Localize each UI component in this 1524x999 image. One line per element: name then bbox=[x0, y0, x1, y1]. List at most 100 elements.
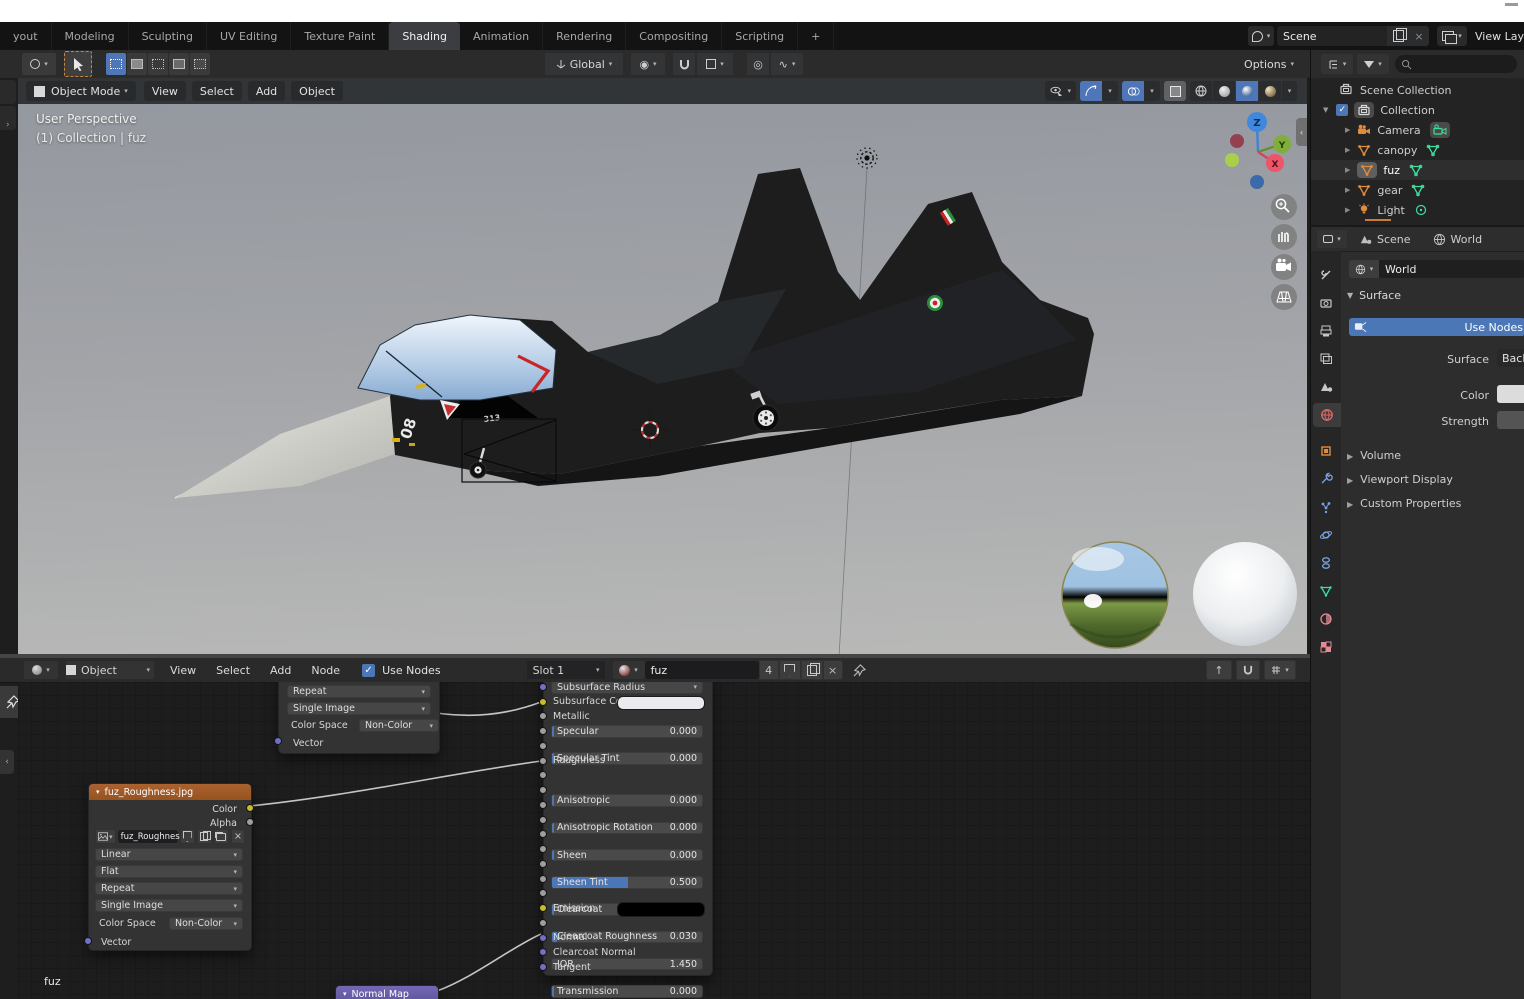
select-subtract-button[interactable] bbox=[148, 53, 168, 75]
panel-custom-properties[interactable]: ▶ Custom Properties bbox=[1347, 497, 1461, 510]
principled-specular-tint-socket[interactable] bbox=[539, 741, 547, 750]
select-extend-button[interactable] bbox=[127, 53, 147, 75]
shader-menu-node[interactable]: Node bbox=[311, 664, 340, 677]
snap-toggle-button[interactable] bbox=[673, 53, 695, 75]
outliner-row-gear[interactable]: ▶ gear bbox=[1311, 180, 1524, 200]
principled-alpha-socket[interactable] bbox=[539, 918, 547, 927]
fake-user-button[interactable] bbox=[778, 660, 801, 680]
shader-menu-view[interactable]: View bbox=[170, 664, 196, 677]
gizmo-toggle[interactable] bbox=[1080, 81, 1102, 101]
world-datablock-menu[interactable]: ▾ bbox=[1349, 260, 1379, 278]
blend-file-icon[interactable]: ▾ bbox=[1248, 26, 1275, 46]
dropdown-repeat[interactable]: Repeat ▾ bbox=[95, 882, 243, 895]
scene-name-field[interactable]: Scene bbox=[1277, 26, 1388, 46]
tab-animation[interactable]: Animation bbox=[460, 22, 544, 50]
roughness-texture-node[interactable]: ▾ fuz_Roughness.jpg Color Alpha ▾ fuz_Ro… bbox=[88, 783, 252, 951]
select-intersect-button[interactable] bbox=[190, 53, 210, 75]
dropdown-single-image[interactable]: Single Image ▾ bbox=[287, 702, 431, 715]
collapse-icon[interactable]: ▾ bbox=[96, 788, 100, 796]
use-nodes-button[interactable]: Use Nodes bbox=[1349, 318, 1524, 336]
shader-menu-select[interactable]: Select bbox=[216, 664, 250, 677]
outliner-display-mode-dropdown[interactable]: ▾ bbox=[1321, 54, 1353, 74]
new-material-button[interactable] bbox=[800, 660, 823, 680]
sidebar-collapse-tab[interactable]: ‹ bbox=[0, 750, 14, 774]
tab-yout[interactable]: yout bbox=[0, 22, 52, 50]
principled-emission-swatch[interactable] bbox=[617, 902, 705, 917]
unlink-material-button[interactable]: × bbox=[822, 660, 843, 680]
outliner-row-canopy[interactable]: ▶ canopy bbox=[1311, 140, 1524, 160]
tab-sculpting[interactable]: Sculpting bbox=[129, 22, 207, 50]
normal-map-node[interactable]: ▾ Normal Map bbox=[335, 985, 439, 999]
material-name-field[interactable]: fuz bbox=[644, 661, 759, 679]
principled-specular[interactable]: Specular 0.000 bbox=[551, 725, 703, 738]
principled-anisotropic[interactable]: Anisotropic 0.000 bbox=[551, 794, 703, 807]
shading-rendered-button[interactable] bbox=[1259, 81, 1281, 101]
viewport-menu-select[interactable]: Select bbox=[191, 81, 242, 101]
color-space-dropdown[interactable]: Non-Color ▾ bbox=[359, 719, 439, 732]
xray-toggle[interactable] bbox=[1164, 81, 1186, 101]
tab--[interactable]: + bbox=[798, 22, 835, 50]
node-header[interactable]: ▾ Normal Map bbox=[336, 986, 438, 999]
socket-vector-in[interactable] bbox=[84, 937, 92, 945]
transform-orientation-dropdown[interactable]: Global ▾ bbox=[545, 53, 623, 75]
select-box-button[interactable] bbox=[106, 53, 126, 75]
snap-node-toggle[interactable] bbox=[1236, 660, 1260, 680]
principled-subsurface-color-socket[interactable] bbox=[539, 697, 547, 706]
tab-scripting[interactable]: Scripting bbox=[722, 22, 799, 50]
principled-subsurface-color-swatch[interactable] bbox=[617, 695, 705, 711]
principled-sheen-tint-socket[interactable] bbox=[539, 815, 547, 824]
expand-arrow[interactable]: ▶ bbox=[1345, 146, 1350, 154]
strength-field[interactable] bbox=[1497, 411, 1524, 429]
properties-editor-type-button[interactable]: ▾ bbox=[1317, 230, 1347, 248]
collection-checkbox[interactable]: ✓ bbox=[1336, 104, 1349, 116]
image-name-field[interactable]: fuz_Roughness.j.. bbox=[117, 830, 195, 843]
dropdown-flat[interactable]: Flat ▾ bbox=[95, 865, 243, 878]
expand-arrow[interactable]: ▶ bbox=[1345, 126, 1350, 134]
shading-material-button[interactable] bbox=[1236, 81, 1258, 101]
parent-nodetree-button[interactable]: ↑ bbox=[1206, 660, 1232, 680]
shading-solid-button[interactable] bbox=[1213, 81, 1235, 101]
principled-normal-socket[interactable] bbox=[539, 933, 547, 942]
properties-tab-physics[interactable] bbox=[1314, 523, 1338, 547]
expand-arrow[interactable]: ▼ bbox=[1323, 106, 1328, 114]
tab-compositing[interactable]: Compositing bbox=[626, 22, 723, 50]
snap-settings-dropdown[interactable]: ▾ bbox=[697, 53, 733, 75]
snap-node-dropdown[interactable]: ▾ bbox=[1264, 660, 1296, 680]
socket-alpha-out[interactable] bbox=[246, 818, 254, 826]
expand-arrow[interactable]: ▶ bbox=[1345, 186, 1350, 194]
principled-sheen-tint[interactable]: Sheen Tint 0.500 bbox=[551, 876, 703, 889]
principled-subsurface-radius-socket[interactable] bbox=[539, 683, 547, 691]
tab-rendering[interactable]: Rendering bbox=[543, 22, 627, 50]
image-open-button[interactable] bbox=[213, 829, 229, 844]
principled-anisotropic-rotation[interactable]: Anisotropic Rotation 0.000 bbox=[551, 821, 703, 835]
outliner-row-scene-collection[interactable]: Scene Collection bbox=[1311, 80, 1524, 100]
pin-id-icon[interactable] bbox=[853, 663, 866, 677]
panel-volume[interactable]: ▶ Volume bbox=[1347, 449, 1401, 462]
viewport-3d[interactable]: User Perspective (1) Collection | fuz 08… bbox=[18, 104, 1307, 658]
material-users-button[interactable]: 4 bbox=[758, 660, 779, 680]
expand-arrow[interactable]: ▶ bbox=[1345, 206, 1350, 214]
left-tab-1[interactable] bbox=[0, 80, 16, 104]
principled-transmission-socket[interactable] bbox=[539, 874, 547, 883]
outliner-row-light[interactable]: ▶ Light bbox=[1311, 200, 1524, 220]
image-fake-user-button[interactable] bbox=[179, 829, 195, 844]
viewport-menu-view[interactable]: View bbox=[143, 81, 186, 101]
properties-tab-object-data[interactable] bbox=[1314, 579, 1338, 603]
pivot-point-dropdown[interactable]: ◉ ▾ bbox=[631, 53, 665, 75]
gizmo-dropdown[interactable]: ▾ bbox=[1102, 81, 1118, 101]
tab-modeling[interactable]: Modeling bbox=[52, 22, 129, 50]
toolbar-expand-arrow[interactable]: › bbox=[6, 120, 10, 130]
shading-wireframe-button[interactable] bbox=[1190, 81, 1212, 101]
tab-texture-paint[interactable]: Texture Paint bbox=[291, 22, 390, 50]
properties-tab-material[interactable] bbox=[1314, 607, 1338, 631]
image-unlink-button[interactable]: × bbox=[230, 829, 245, 844]
principled-roughness-socket[interactable] bbox=[539, 756, 547, 765]
principled-transmission[interactable]: Transmission 0.000 bbox=[551, 985, 703, 998]
breadcrumb-world[interactable]: World bbox=[1451, 233, 1483, 246]
principled-tangent-socket[interactable] bbox=[539, 963, 547, 972]
outliner-row-fuz[interactable]: ▶ fuz bbox=[1311, 160, 1524, 180]
world-color-swatch[interactable] bbox=[1497, 385, 1524, 403]
view-layer-name[interactable]: View Lay bbox=[1475, 30, 1524, 43]
dropdown-repeat[interactable]: Repeat ▾ bbox=[287, 685, 431, 698]
mode-dropdown[interactable]: Object Mode ▾ bbox=[26, 81, 136, 101]
